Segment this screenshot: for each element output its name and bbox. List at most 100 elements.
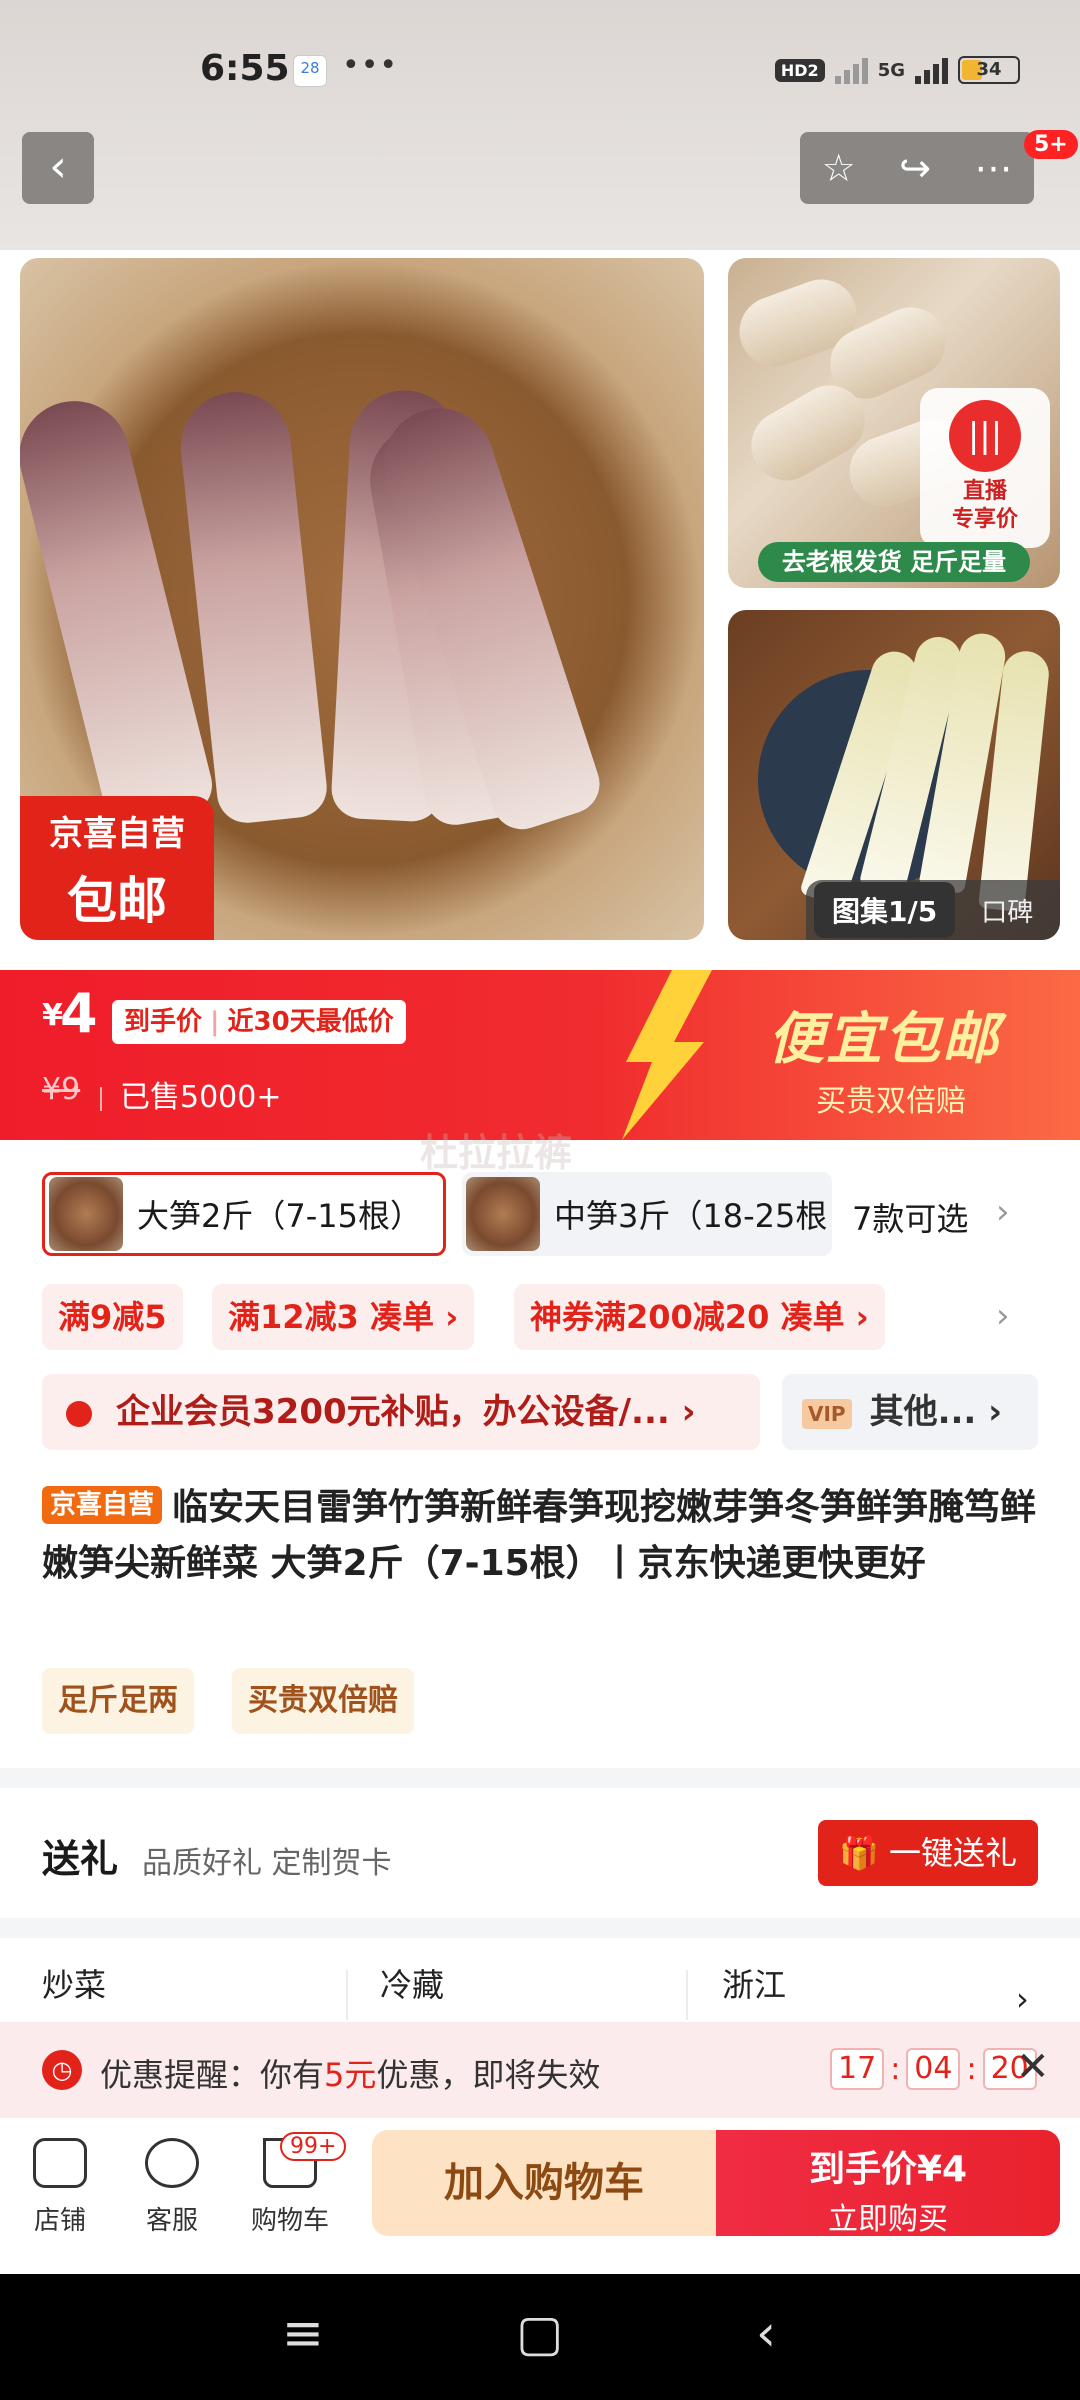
attribute-tag: 炒菜 <box>42 1966 107 2004</box>
coupon-chip[interactable]: 满9减5 <box>42 1284 183 1350</box>
promo-subtitle: 买贵双倍赔 <box>816 1084 966 1119</box>
variant-thumbnail <box>49 1177 123 1251</box>
shop-button[interactable]: 店铺 <box>10 2138 110 2237</box>
member-text: 企业会员3200元补贴，办公设备/... › <box>116 1392 696 1432</box>
shop-label: 店铺 <box>33 2206 86 2236</box>
nav-actions: ☆ ↪ ⋯ <box>800 132 1034 204</box>
system-navigation-bar: ≡ ▢ ‹ <box>0 2274 1080 2400</box>
other-label: 其他... › <box>869 1392 1003 1432</box>
other-benefits-button[interactable]: VIP 其他... › <box>782 1374 1038 1450</box>
signal-strong-icon <box>915 56 948 84</box>
status-more-icon: ••• <box>342 48 399 83</box>
signal-icon <box>834 56 868 84</box>
jingxi-badge: 京喜自营 <box>42 1486 163 1524</box>
coupon-chip[interactable]: 满12减3 凑单 › <box>212 1284 475 1350</box>
divider <box>346 1970 348 2020</box>
tag-line2: 包邮 <box>67 872 167 930</box>
live-sub-label: 专享价 <box>951 507 1018 532</box>
discount-reminder-bar: ◷ 优惠提醒：你有5元优惠，即将失效 17: 04: 20 ✕ <box>0 2022 1080 2118</box>
hd-icon: HD2 <box>774 58 825 82</box>
favorite-star-icon[interactable]: ☆ <box>822 146 856 190</box>
chevron-right-icon[interactable]: › <box>996 1296 1010 1336</box>
gallery-bar: 图集1/5 口碑 <box>806 880 1060 940</box>
price-banner: ¥ 4 到手价 | 近30天最低价 ¥9 已售5000+ 便宜包邮 买贵双倍赔 <box>0 970 1080 1140</box>
live-stream-button[interactable]: ||| 直播 专享价 <box>920 388 1050 548</box>
gift-button-label: 一键送礼 <box>889 1834 1018 1872</box>
attribute-row[interactable]: 炒菜 冷藏 浙江 › <box>0 1940 1080 2020</box>
home-icon[interactable]: ▢ <box>516 2304 563 2362</box>
live-label: 直播 <box>962 479 1007 504</box>
variant-option-selected[interactable]: 大笋2斤（7-15根） <box>42 1172 446 1256</box>
side-image-1[interactable]: ||| 直播 专享价 去老根发货 足斤足量 <box>728 258 1060 588</box>
customer-service-button[interactable]: 客服 <box>122 2138 222 2237</box>
vip-icon: VIP <box>802 1398 852 1429</box>
section-divider <box>0 1768 1080 1788</box>
variant-thumbnail <box>466 1177 540 1251</box>
bottom-action-bar: 店铺 客服 购物车 99+ 加入购物车 到手价¥4 立即购买 <box>0 2118 1080 2274</box>
enterprise-member-banner[interactable]: 企业会员3200元补贴，办公设备/... › <box>42 1374 760 1450</box>
shop-icon <box>33 2138 87 2188</box>
message-badge: 5+ <box>1024 130 1078 159</box>
title-text: 临安天目雷笋竹笋新鲜春笋现挖嫩芽笋冬笋鲜笋腌笃鲜嫩笋尖新鲜菜 大笋2斤（7-15… <box>42 1487 1037 1584</box>
original-price: ¥9 <box>42 1072 81 1107</box>
buy-now-label: 立即购买 <box>828 2202 948 2237</box>
gift-section-subtitle: 品质好礼 定制贺卡 <box>142 1846 392 1881</box>
feature-tag: 足斤足两 <box>42 1668 194 1734</box>
cart-count-badge: 99+ <box>280 2132 347 2161</box>
divider <box>686 1970 688 2020</box>
coupon-chip[interactable]: 神券满200减20 凑单 › <box>514 1284 885 1350</box>
tag-line1: 京喜自营 <box>49 814 185 854</box>
timer-hours: 17 <box>830 2048 885 2090</box>
more-variants-link[interactable]: 7款可选 <box>852 1194 968 1240</box>
attribute-tag: 冷藏 <box>380 1966 445 2004</box>
cart-label: 购物车 <box>250 2206 329 2236</box>
top-header-area: 6:55 28 ••• HD2 5G 34 ‹ ☆ ↪ ⋯ 5+ <box>0 0 1080 250</box>
back-icon[interactable]: ‹ <box>756 2304 776 2362</box>
feature-tag: 买贵双倍赔 <box>232 1668 414 1734</box>
network-label: 5G <box>877 59 905 81</box>
price-value: 4 <box>60 982 98 1045</box>
album-button[interactable]: 图集1/5 <box>814 882 956 938</box>
product-title: 京喜自营 临安天目雷笋竹笋新鲜春笋现挖嫩芽笋冬笋鲜笋腌笃鲜嫩笋尖新鲜菜 大笋2斤（… <box>42 1480 1042 1592</box>
variant-label: 中笋3斤（18-25根 <box>554 1197 828 1235</box>
gift-section-title: 送礼 <box>42 1837 119 1881</box>
status-indicators: HD2 5G 34 <box>774 56 1020 84</box>
back-button[interactable]: ‹ <box>22 132 94 204</box>
variant-option[interactable]: 中笋3斤（18-25根 <box>462 1172 832 1256</box>
main-product-image[interactable]: 京喜自营 包邮 <box>20 258 704 940</box>
add-to-cart-button[interactable]: 加入购物车 <box>372 2130 716 2236</box>
chevron-right-icon[interactable]: › <box>1016 1980 1029 2018</box>
side-image-2[interactable]: 图集1/5 口碑 <box>728 610 1060 940</box>
service-icon <box>145 2138 199 2188</box>
gift-icon: 🎁 <box>838 1834 879 1872</box>
service-label: 客服 <box>145 2206 198 2236</box>
buy-now-button[interactable]: 到手价¥4 立即购买 <box>716 2130 1060 2237</box>
user-icon <box>66 1400 92 1427</box>
calendar-icon: 28 <box>293 55 327 87</box>
attribute-tag: 浙江 <box>722 1966 787 2004</box>
chevron-right-icon[interactable]: › <box>996 1192 1010 1232</box>
timer-minutes: 04 <box>906 2048 961 2090</box>
jingxi-freeship-tag: 京喜自营 包邮 <box>20 796 214 940</box>
reminder-text: 优惠提醒：你有5元优惠，即将失效 <box>100 2056 601 2094</box>
clock-icon: ◷ <box>42 2050 82 2090</box>
close-icon[interactable]: ✕ <box>1016 2044 1050 2090</box>
sold-count: 已售5000+ <box>100 1072 281 1116</box>
share-icon[interactable]: ↪ <box>899 146 931 190</box>
section-divider <box>0 1918 1080 1938</box>
variant-label: 大笋2斤（7-15根） <box>137 1197 422 1235</box>
promo-title: 便宜包邮 <box>768 1007 1000 1072</box>
status-time: 6:55 <box>200 48 290 89</box>
back-arrow-icon: ‹ <box>49 141 67 192</box>
price-label: 到手价 | 近30天最低价 <box>112 1000 406 1044</box>
reviews-button[interactable]: 口碑 <box>981 892 1033 929</box>
live-icon: ||| <box>949 400 1021 472</box>
lightning-icon <box>622 970 712 1140</box>
buy-price-label: 到手价¥4 <box>808 2149 968 2190</box>
more-menu-icon[interactable]: ⋯ <box>974 146 1012 190</box>
menu-icon[interactable]: ≡ <box>282 2304 324 2362</box>
watermark: 杜拉拉裤 <box>420 1131 573 1175</box>
countdown-timer: 17: 04: 20 <box>830 2048 1037 2090</box>
send-gift-button[interactable]: 🎁 一键送礼 <box>818 1820 1038 1886</box>
side-image-caption: 去老根发货 足斤足量 <box>758 542 1030 582</box>
